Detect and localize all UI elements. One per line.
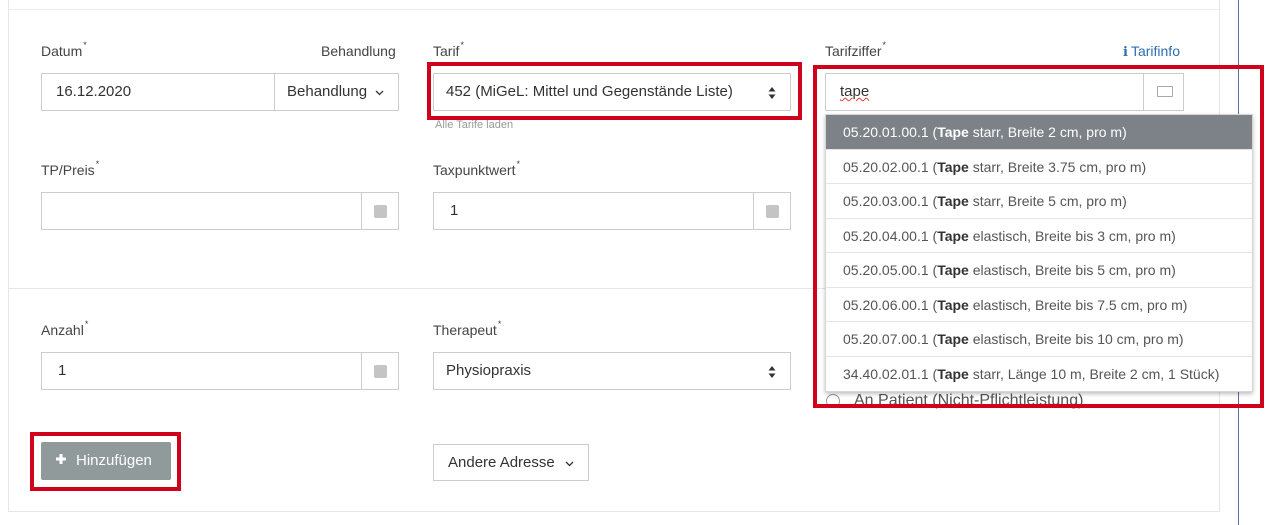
tarifziffer-label: Tarifziffer* [825, 40, 887, 59]
plus-icon [56, 454, 66, 464]
suggestion-match: Tape [937, 124, 969, 140]
suggestion-desc: starr, Breite 5 cm, pro m) [968, 193, 1127, 209]
tarifinfo-link[interactable]: i Tarifinfo [1123, 43, 1180, 60]
suggestion-code: 05.20.06.00.1 ( [843, 296, 938, 313]
keyboard-icon [1157, 86, 1173, 97]
suggestion-match: Tape [937, 262, 969, 278]
tp-preis-input[interactable] [41, 192, 399, 230]
therapeut-label: Therapeut* [433, 319, 502, 338]
suggestion-desc: elastisch, Breite bis 7.5 cm, pro m) [968, 296, 1188, 313]
suggestion-code: 05.20.03.00.1 ( [843, 193, 938, 209]
suggestion-match: Tape [937, 331, 969, 347]
chevron-down-icon [375, 90, 384, 96]
suggestion-item[interactable]: 34.40.02.01.1 (Tape starr, Länge 10 m, B… [826, 357, 1252, 392]
suggestion-desc: elastisch, Breite bis 3 cm, pro m) [968, 227, 1176, 244]
keyboard-button[interactable] [1143, 74, 1183, 110]
suggestion-code: 05.20.01.00.1 ( [843, 124, 938, 140]
suggestion-desc: starr, Breite 3.75 cm, pro m) [968, 158, 1147, 175]
suggestion-code: 05.20.04.00.1 ( [843, 227, 938, 244]
radio-icon [826, 393, 840, 408]
add-button[interactable]: Hinzufügen [41, 442, 171, 480]
suggestion-match: Tape [937, 193, 969, 209]
suggestion-item[interactable]: 05.20.02.00.1 (Tape starr, Breite 3.75 c… [826, 150, 1252, 184]
sort-icon [768, 87, 776, 99]
radio-an-patient[interactable]: An Patient (Nicht-Pflichtleistung) [826, 392, 1083, 410]
suggestion-code: 34.40.02.01.1 ( [843, 365, 938, 382]
suggestion-match: Tape [937, 227, 969, 244]
suggestion-item[interactable]: 05.20.06.00.1 (Tape elastisch, Breite bi… [826, 288, 1252, 322]
anzahl-label: Anzahl* [41, 319, 89, 338]
suggestion-code: 05.20.02.00.1 ( [843, 158, 938, 175]
suggestion-match: Tape [937, 296, 969, 313]
anzahl-addon[interactable] [361, 353, 398, 389]
suggestion-desc: elastisch, Breite bis 10 cm, pro m) [968, 331, 1184, 347]
suggestion-match: Tape [937, 365, 969, 382]
anzahl-input[interactable]: 1 [41, 352, 399, 390]
suggestion-code: 05.20.05.00.1 ( [843, 262, 938, 278]
alle-tarife-link[interactable]: Alle Tarife laden [435, 119, 513, 131]
taxpunktwert-label: Taxpunktwert* [433, 159, 520, 178]
tarifziffer-input[interactable]: tape [825, 73, 1184, 111]
datum-label: Datum* [41, 40, 87, 59]
suggestion-desc: elastisch, Breite bis 5 cm, pro m) [968, 262, 1176, 278]
tarif-select[interactable]: 452 (MiGeL: Mittel und Gegenstände Liste… [433, 73, 791, 111]
checkbox-square-icon [374, 205, 387, 218]
behandlung-dropdown-button[interactable]: Behandlung [274, 73, 399, 111]
taxpunktwert-addon[interactable] [753, 193, 790, 229]
behandlung-label: Behandlung [321, 43, 396, 59]
suggestion-item[interactable]: 05.20.01.00.1 (Tape starr, Breite 2 cm, … [826, 115, 1252, 150]
suggestion-code: 05.20.07.00.1 ( [843, 331, 938, 347]
suggestion-item[interactable]: 05.20.05.00.1 (Tape elastisch, Breite bi… [826, 253, 1252, 288]
info-icon: i [1123, 45, 1128, 60]
datum-input[interactable]: 16.12.2020 [41, 73, 275, 111]
suggestion-item[interactable]: 05.20.07.00.1 (Tape elastisch, Breite bi… [826, 322, 1252, 357]
suggestion-desc: starr, Länge 10 m, Breite 2 cm, 1 Stück) [968, 365, 1220, 382]
suggestion-item[interactable]: 05.20.03.00.1 (Tape starr, Breite 5 cm, … [826, 184, 1252, 219]
suggestion-item[interactable]: 05.20.04.00.1 (Tape elastisch, Breite bi… [826, 219, 1252, 253]
tp-preis-addon[interactable] [361, 193, 398, 229]
tarifziffer-suggestions: 05.20.01.00.1 (Tape starr, Breite 2 cm, … [825, 114, 1253, 392]
suggestion-desc: starr, Breite 2 cm, pro m) [968, 124, 1127, 140]
checkbox-square-icon [374, 365, 387, 378]
andere-adresse-button[interactable]: Andere Adresse [433, 444, 589, 481]
suggestion-match: Tape [937, 158, 969, 175]
chevron-down-icon [565, 461, 574, 467]
therapeut-select[interactable]: Physiopraxis [433, 352, 791, 390]
taxpunktwert-input[interactable]: 1 [433, 192, 791, 230]
tp-preis-label: TP/Preis* [41, 159, 100, 178]
sort-icon [768, 366, 776, 378]
checkbox-square-icon [766, 205, 779, 218]
tarif-label: Tarif* [433, 40, 464, 59]
